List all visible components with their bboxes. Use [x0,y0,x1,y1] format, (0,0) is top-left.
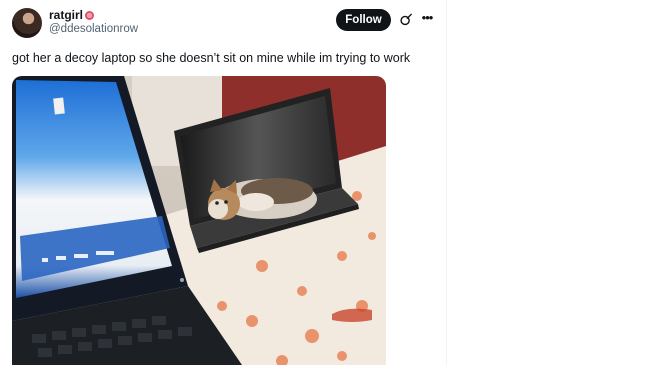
column-divider [446,0,447,365]
pink-flower-badge-icon [85,10,95,20]
photo-illustration [12,76,386,365]
tweet-text: got her a decoy laptop so she doesn’t si… [12,51,411,65]
display-name[interactable]: ratgirl [49,8,83,22]
grok-icon[interactable] [399,13,413,27]
author-name-row[interactable]: ratgirl [49,8,95,22]
tweet-card: ratgirl @ddesolationrow Follow ••• got h… [0,0,446,365]
author-handle[interactable]: @ddesolationrow [49,22,138,36]
more-icon[interactable]: ••• [420,11,434,25]
follow-button[interactable]: Follow [336,9,391,31]
avatar[interactable] [12,8,42,38]
tweet-photo[interactable] [12,76,386,365]
